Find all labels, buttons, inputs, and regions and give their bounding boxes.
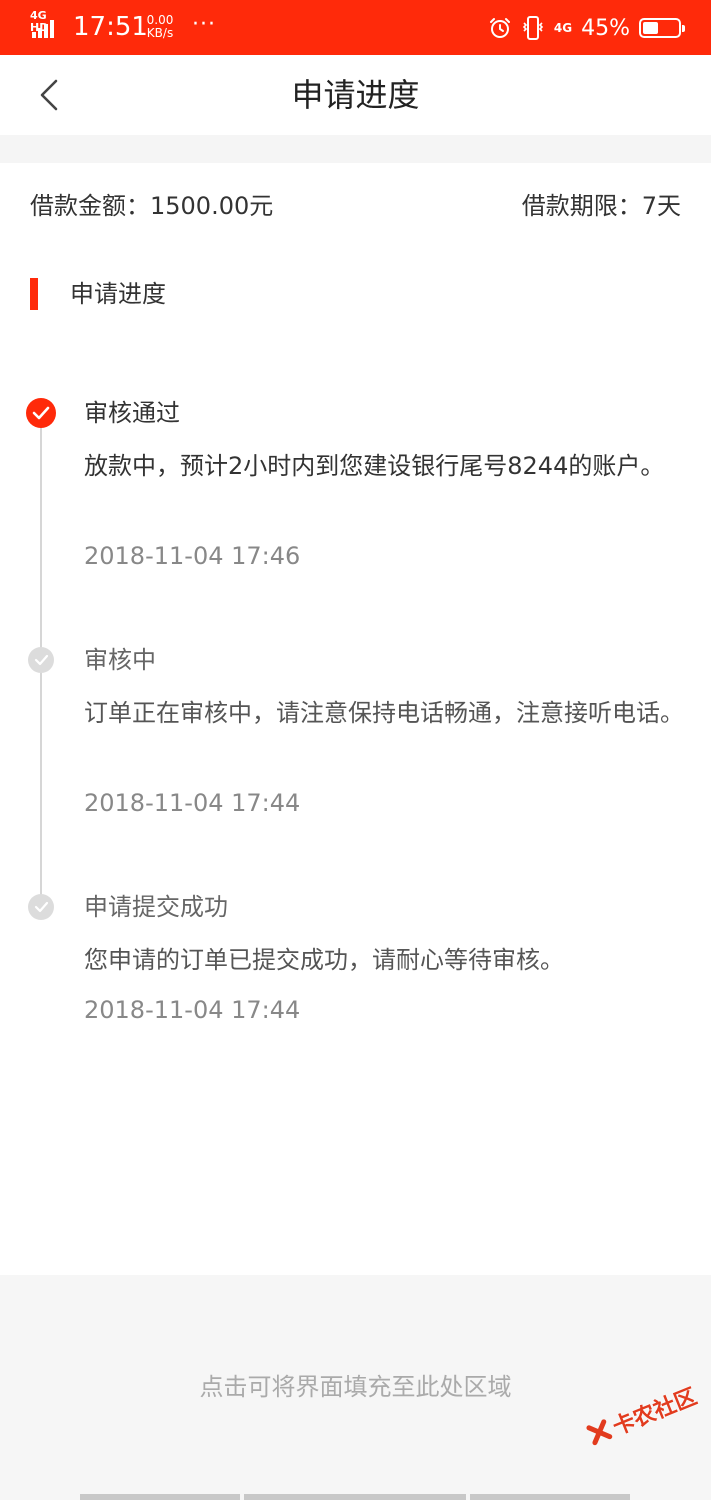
page-title: 申请进度 [291, 76, 420, 114]
step-time: 2018-11-04 17:46 [84, 542, 301, 570]
check-circle-icon [28, 894, 54, 920]
status-right-group: 4G 45% [488, 12, 685, 44]
fill-hint[interactable]: 点击可将界面填充至此处区域 [0, 1370, 711, 1404]
network-indicator: 4G HD [30, 10, 64, 40]
step-description: 订单正在审核中，请注意保持电话畅通，注意接听电话。 [84, 699, 684, 727]
section-accent-bar [30, 278, 38, 310]
bottom-fill-area[interactable]: 点击可将界面填充至此处区域 卡农社区 [0, 1275, 711, 1500]
section-title: 申请进度 [70, 280, 166, 308]
bottom-tab-indicators [80, 1494, 640, 1500]
step-title: 审核中 [84, 646, 156, 674]
battery-fill [643, 22, 658, 34]
step-time: 2018-11-04 17:44 [84, 996, 301, 1024]
vibrate-icon [522, 16, 544, 40]
loan-info: 借款金额：1500.00元 借款期限：7天 [30, 188, 681, 224]
alarm-icon [489, 18, 510, 38]
signal-bars-icon [32, 20, 54, 38]
nav-bar: 申请进度 [0, 55, 711, 135]
network-speed: 0.00 KB/s [144, 14, 176, 40]
more-notifications-icon: ··· [192, 12, 216, 37]
step-title: 审核通过 [84, 399, 180, 427]
status-bar: 4G HD 17:51 0.00 KB/s ··· 4G 45% [0, 0, 711, 55]
signal-4g: 4G [553, 21, 573, 35]
check-circle-icon [26, 398, 56, 428]
check-circle-icon [28, 647, 54, 673]
battery-icon [639, 18, 685, 38]
divider-band [0, 135, 711, 163]
battery-percent: 45% [581, 15, 630, 41]
step-title: 申请提交成功 [84, 893, 228, 921]
step-time: 2018-11-04 17:44 [84, 789, 301, 817]
loan-amount: 借款金额：1500.00元 [30, 192, 274, 220]
watermark-logo-icon [585, 1418, 614, 1447]
status-time: 17:51 [73, 12, 148, 42]
loan-term: 借款期限：7天 [521, 192, 681, 220]
step-description: 您申请的订单已提交成功，请耐心等待审核。 [84, 946, 564, 974]
speed-unit: KB/s [146, 26, 174, 40]
step-description: 放款中，预计2小时内到您建设银行尾号8244的账户。 [84, 452, 665, 480]
